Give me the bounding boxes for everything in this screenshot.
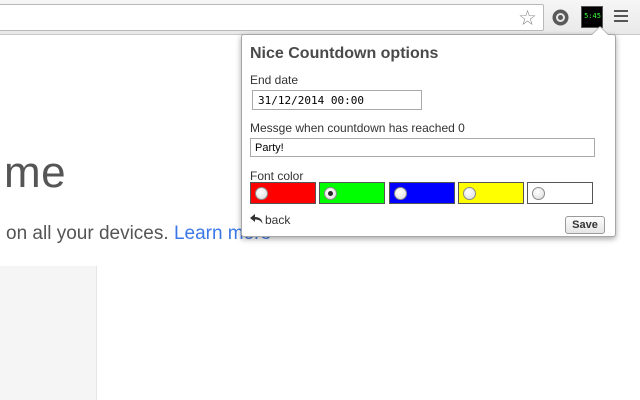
back-arrow-icon (250, 214, 263, 224)
countdown-extension-icon[interactable]: 5:45 (581, 6, 603, 28)
font-color-label: Font color (250, 169, 304, 183)
font-color-option[interactable] (250, 182, 316, 204)
page-card (0, 266, 97, 400)
radio-button[interactable] (394, 187, 407, 200)
back-label: back (265, 213, 291, 227)
page-heading: me (4, 148, 67, 197)
font-color-option[interactable] (389, 182, 455, 204)
font-color-option[interactable] (527, 182, 593, 204)
back-link[interactable]: back (250, 213, 290, 227)
radio-button[interactable] (324, 187, 337, 200)
popup-arrow (591, 26, 609, 35)
font-color-option[interactable] (319, 182, 385, 204)
font-color-option[interactable] (458, 182, 524, 204)
radio-button[interactable] (532, 187, 545, 200)
star-icon[interactable]: ☆ (518, 6, 537, 30)
browser-toolbar: ☆ 5:45 (0, 0, 640, 35)
address-bar[interactable]: ☆ (0, 4, 544, 31)
end-date-label: End date (250, 73, 299, 87)
options-popup: Nice Countdown options End date Messge w… (241, 26, 616, 237)
end-date-field[interactable] (252, 90, 422, 110)
font-color-swatches (250, 182, 595, 204)
message-label: Messge when countdown has reached 0 (250, 121, 465, 135)
tagline-text: on all your devices. (6, 223, 169, 244)
save-button[interactable]: Save (565, 216, 605, 234)
extension-icon[interactable] (551, 8, 570, 27)
radio-button[interactable] (255, 187, 268, 200)
countdown-badge-text: 5:45 (584, 12, 601, 20)
menu-icon[interactable] (614, 10, 628, 24)
page-tagline: on all your devices. Learn more (6, 223, 271, 245)
popup-title: Nice Countdown options (250, 45, 439, 62)
message-field[interactable] (250, 138, 595, 157)
radio-button[interactable] (463, 187, 476, 200)
